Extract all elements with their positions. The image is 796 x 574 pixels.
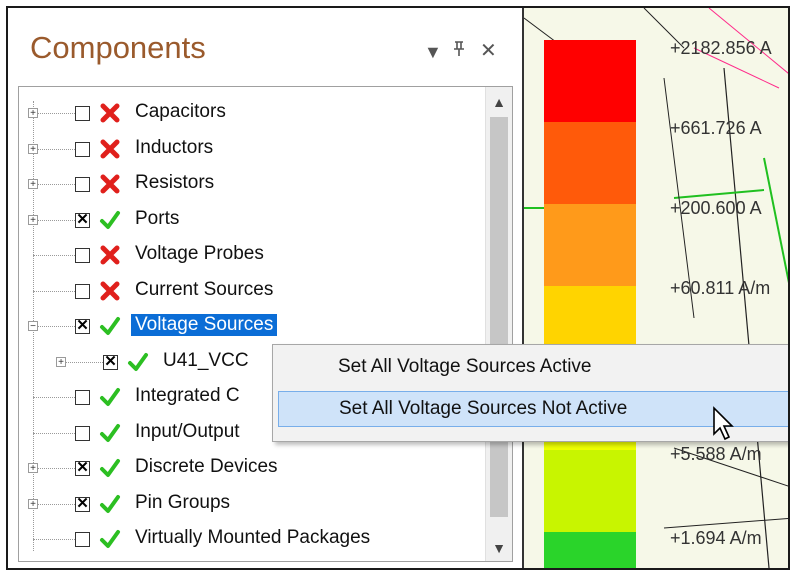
active-check-icon bbox=[99, 386, 121, 408]
legend-value: +60.811 A/m bbox=[670, 278, 771, 298]
legend-swatch bbox=[544, 122, 636, 204]
tree-guide-line bbox=[33, 397, 75, 398]
legend-value: +5.588 A/m bbox=[670, 444, 762, 464]
tree-guide-line bbox=[33, 113, 75, 114]
tree-item[interactable]: + Capacitors bbox=[19, 97, 489, 129]
checkbox[interactable] bbox=[75, 283, 90, 299]
tree-guide-line bbox=[33, 326, 75, 327]
active-check-icon bbox=[99, 457, 121, 479]
collapse-icon[interactable]: − bbox=[28, 321, 38, 332]
panel-dropdown-icon[interactable]: ▼ bbox=[424, 42, 442, 63]
inactive-x-icon bbox=[99, 244, 121, 266]
checkbox[interactable] bbox=[75, 425, 90, 441]
active-check-icon bbox=[99, 422, 121, 444]
tree-guide-line bbox=[33, 503, 75, 505]
tree-item[interactable]: Current Sources bbox=[19, 275, 489, 307]
panel-title: Components bbox=[30, 30, 206, 65]
legend-value: +2182.856 A bbox=[670, 38, 772, 58]
scroll-down-icon[interactable]: ▼ bbox=[486, 535, 512, 561]
tree-item[interactable]: − ✕ Voltage Sources bbox=[19, 310, 489, 342]
legend-swatch bbox=[544, 204, 636, 286]
inactive-x-icon bbox=[99, 102, 121, 124]
inactive-x-icon bbox=[99, 138, 121, 160]
tree-item-label: Capacitors bbox=[135, 101, 226, 122]
checkbox[interactable]: ✕ bbox=[75, 212, 90, 228]
tree-item-label: Inductors bbox=[135, 136, 214, 158]
tree-guide-line bbox=[33, 255, 75, 256]
tree-item[interactable]: Voltage Probes bbox=[19, 239, 489, 271]
mouse-cursor-icon bbox=[713, 406, 734, 441]
tree-guide-line bbox=[33, 468, 75, 469]
tree-item[interactable]: Virtually Mounted Packages bbox=[19, 523, 489, 555]
active-check-icon bbox=[99, 209, 121, 231]
active-check-icon bbox=[127, 351, 149, 373]
tree-scrollbar[interactable]: ▲ ▼ bbox=[485, 87, 512, 561]
checkbox[interactable] bbox=[75, 390, 90, 405]
tree-item[interactable]: + Resistors bbox=[19, 168, 489, 200]
tree-item-label: Input/Output bbox=[135, 420, 240, 442]
color-legend bbox=[544, 40, 636, 568]
active-check-icon bbox=[99, 493, 121, 515]
scroll-up-icon[interactable]: ▲ bbox=[486, 89, 512, 115]
checkbox[interactable] bbox=[75, 141, 90, 157]
legend-value: +200.600 A bbox=[670, 198, 762, 218]
window-frame: Components ▼ ✕ ▲ ▼ + Capacitors + Inductors… bbox=[6, 6, 790, 570]
checkbox[interactable]: ✕ bbox=[75, 496, 90, 512]
tree-item[interactable]: + ✕ Discrete Devices bbox=[19, 452, 489, 484]
components-panel: Components ▼ ✕ ▲ ▼ + Capacitors + Inductors… bbox=[8, 8, 520, 568]
checkbox[interactable] bbox=[75, 532, 90, 547]
expand-icon[interactable]: + bbox=[28, 214, 38, 225]
pin-icon[interactable] bbox=[452, 40, 466, 63]
tree-item-label: Voltage Probes bbox=[135, 243, 264, 264]
inactive-x-icon bbox=[99, 280, 121, 302]
tree-item[interactable]: + Inductors bbox=[19, 133, 489, 165]
tree-guide-line bbox=[33, 184, 75, 185]
tree-item-label: Resistors bbox=[135, 172, 215, 193]
component-tree: ▲ ▼ + Capacitors + Inductors + Resistors + ✕ Por… bbox=[18, 86, 513, 562]
active-check-icon bbox=[99, 315, 121, 337]
expand-icon[interactable]: + bbox=[28, 143, 38, 154]
checkbox[interactable] bbox=[75, 177, 90, 192]
menu-item-set-active[interactable]: Set All Voltage Sources Active bbox=[278, 349, 788, 385]
tree-item-label: Pin Groups bbox=[135, 491, 231, 513]
expand-icon[interactable]: + bbox=[28, 463, 38, 474]
legend-swatch bbox=[544, 450, 636, 532]
checkbox[interactable]: ✕ bbox=[103, 354, 118, 370]
tree-item[interactable]: + ✕ Pin Groups bbox=[19, 488, 489, 520]
tree-item-label: Discrete Devices bbox=[135, 456, 278, 477]
legend-swatch bbox=[544, 532, 636, 568]
legend-value: +661.726 A bbox=[670, 118, 762, 138]
expand-icon[interactable]: + bbox=[56, 356, 66, 367]
tree-item-label: Integrated C bbox=[135, 385, 240, 406]
scrollbar-thumb[interactable] bbox=[490, 117, 508, 517]
checkbox[interactable]: ✕ bbox=[75, 460, 90, 476]
tree-guide-line bbox=[33, 432, 75, 434]
field-visualization: +2182.856 A +661.726 A +200.600 A +60.81… bbox=[522, 8, 788, 568]
inactive-x-icon bbox=[99, 173, 121, 195]
tree-guide-line bbox=[33, 219, 75, 221]
checkbox[interactable] bbox=[75, 248, 90, 263]
tree-item-label: U41_VCC bbox=[163, 349, 249, 371]
legend-swatch bbox=[544, 40, 636, 122]
tree-guide-line bbox=[33, 148, 75, 150]
tree-item[interactable]: + ✕ Ports bbox=[19, 204, 489, 236]
tree-guide-line bbox=[33, 539, 75, 540]
tree-item-label: Current Sources bbox=[135, 278, 274, 300]
checkbox[interactable] bbox=[75, 106, 90, 121]
expand-icon[interactable]: + bbox=[28, 179, 38, 190]
expand-icon[interactable]: + bbox=[28, 108, 38, 119]
checkbox[interactable]: ✕ bbox=[75, 318, 90, 334]
legend-value: +1.694 A/m bbox=[670, 528, 762, 548]
tree-guide-line bbox=[33, 290, 75, 292]
close-icon[interactable]: ✕ bbox=[480, 38, 497, 63]
tree-item-label: Ports bbox=[135, 207, 180, 229]
expand-icon[interactable]: + bbox=[28, 498, 38, 509]
tree-item-label: Voltage Sources bbox=[131, 314, 278, 336]
tree-guide-line bbox=[61, 361, 103, 363]
active-check-icon bbox=[99, 528, 121, 550]
tree-item-label: Virtually Mounted Packages bbox=[135, 527, 371, 548]
